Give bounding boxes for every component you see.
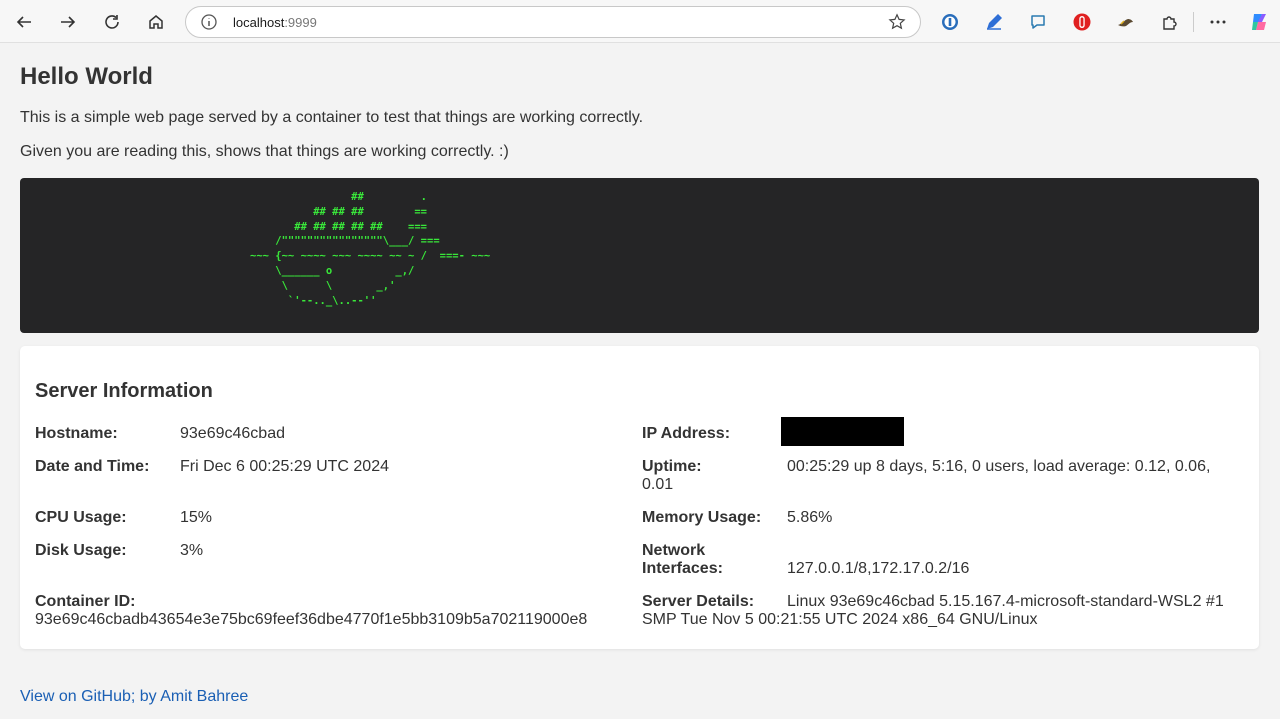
intro-text: This is a simple web page served by a co… [20,109,644,126]
uptime-value-cont: 0.01 [642,476,674,493]
page-content: Hello World This is a simple web page se… [0,43,1280,719]
docker-whale-ascii-art: ## . ## ## ## == ## ## ## ## ## === /"""… [250,191,491,307]
red-extension-icon[interactable] [1071,11,1093,33]
refresh-icon[interactable] [96,6,128,38]
puzzle-extension-icon[interactable] [1159,11,1181,33]
more-icon[interactable] [1207,11,1229,33]
network-label-line1: Network [642,542,706,559]
forward-icon[interactable] [52,6,84,38]
disk-label: Disk Usage: [35,542,127,559]
chat-extension-icon[interactable] [1027,11,1049,33]
disk-value: 3% [180,542,204,559]
memory-label: Memory Usage: [642,509,762,526]
info-icon[interactable] [200,13,218,31]
pen-extension-icon[interactable] [983,11,1005,33]
container-label: Container ID: [35,593,136,610]
details-label: Server Details: [642,593,755,610]
bird-extension-icon[interactable] [1115,11,1137,33]
network-label-line2: Interfaces: [642,560,723,577]
url-port: :9999 [284,15,317,30]
browser-toolbar: localhost:9999 [0,0,1280,43]
url-text[interactable]: localhost:9999 [233,15,317,30]
server-info-heading: Server Information [35,380,213,402]
copilot-icon[interactable] [1249,11,1271,33]
hostname-label: Hostname: [35,425,118,442]
ip-redaction [781,417,904,446]
details-value-cont: SMP Tue Nov 5 00:21:55 UTC 2024 x86_64 G… [642,611,1038,628]
details-value: Linux 93e69c46cbad 5.15.167.4-microsoft-… [787,593,1224,610]
home-icon[interactable] [140,6,172,38]
cpu-value: 15% [180,509,213,526]
network-value: 127.0.0.1/8,172.17.0.2/16 [787,560,970,577]
uptime-value: 00:25:29 up 8 days, 5:16, 0 users, load … [787,458,1211,475]
reading-text: Given you are reading this, shows that t… [20,143,509,160]
back-icon[interactable] [8,6,40,38]
ip-label: IP Address: [642,425,731,442]
star-icon[interactable] [888,13,906,31]
uptime-label: Uptime: [642,458,702,475]
datetime-value: Fri Dec 6 00:25:29 UTC 2024 [180,458,389,475]
hostname-value: 93e69c46cbad [180,425,285,442]
url-host: localhost [233,15,285,30]
github-link[interactable]: View on GitHub; by Amit Bahree [20,688,248,706]
ascii-art-panel: ## . ## ## ## == ## ## ## ## ## === /"""… [20,178,1259,333]
cpu-label: CPU Usage: [35,509,127,526]
toolbar-divider [1193,12,1194,32]
memory-value: 5.86% [787,509,833,526]
address-bar[interactable]: localhost:9999 [185,6,921,38]
page-title: Hello World [20,63,153,90]
password-manager-icon[interactable] [939,11,961,33]
datetime-label: Date and Time: [35,458,150,475]
container-id-value: 93e69c46cbadb43654e3e75bc69feef36dbe4770… [35,611,588,628]
server-info-card: Server Information Hostname: 93e69c46cba… [20,346,1259,649]
